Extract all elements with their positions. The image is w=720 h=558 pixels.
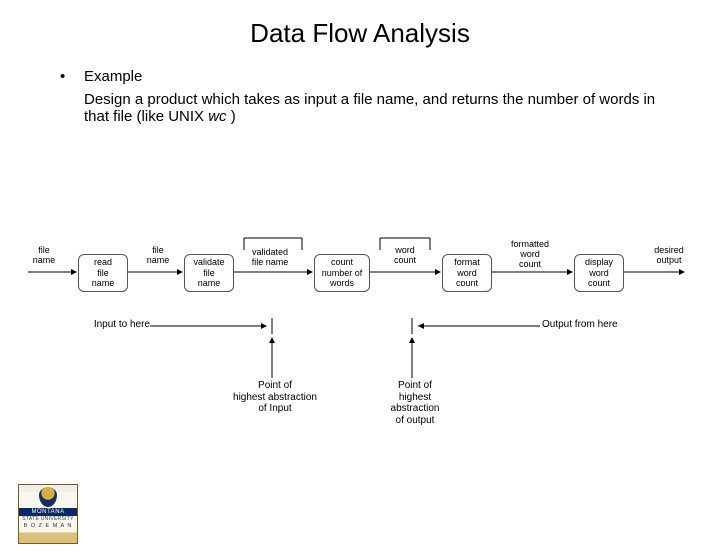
- box-display: displaywordcount: [574, 254, 624, 292]
- bullet-dot: •: [60, 67, 84, 87]
- ann-poi-input: Point ofhighest abstractionof Input: [220, 380, 330, 415]
- bullet-block: • Example: [60, 67, 680, 87]
- logo-city: B O Z E M A N: [19, 523, 77, 529]
- label-file-name-mid: filename: [138, 246, 178, 266]
- ann-output-from-here: Output from here: [542, 319, 652, 331]
- label-word-count: wordcount: [380, 246, 430, 266]
- bullet-label: Example: [84, 67, 142, 87]
- logo-sub: STATE UNIVERSITY: [19, 516, 77, 522]
- label-desired: desiredoutput: [644, 246, 694, 266]
- bullet-body: Design a product which takes as input a …: [84, 91, 680, 125]
- logo-montana-state: MONTANA STATE UNIVERSITY B O Z E M A N: [18, 484, 78, 544]
- bullet-text-post: ): [227, 108, 236, 125]
- box-format: formatwordcount: [442, 254, 492, 292]
- box-read: readfilename: [78, 254, 128, 292]
- diagram: filename filename validatedfile name wor…: [20, 218, 700, 448]
- label-file-name-in: filename: [24, 246, 64, 266]
- page-title: Data Flow Analysis: [0, 18, 720, 49]
- logo-shield-icon: [39, 487, 57, 507]
- logo-name: MONTANA: [19, 508, 77, 516]
- label-formatted: formattedwordcount: [500, 240, 560, 270]
- ann-poi-output: Point ofhighestabstractionof output: [360, 380, 470, 426]
- label-validated: validatedfile name: [238, 248, 302, 268]
- box-count: countnumber ofwords: [314, 254, 370, 292]
- box-validate: validatefilename: [184, 254, 234, 292]
- ann-input-to-here: Input to here: [80, 319, 150, 331]
- bullet-text-pre: Design a product which takes as input a …: [84, 91, 655, 125]
- bullet-text-italic: wc: [208, 108, 226, 125]
